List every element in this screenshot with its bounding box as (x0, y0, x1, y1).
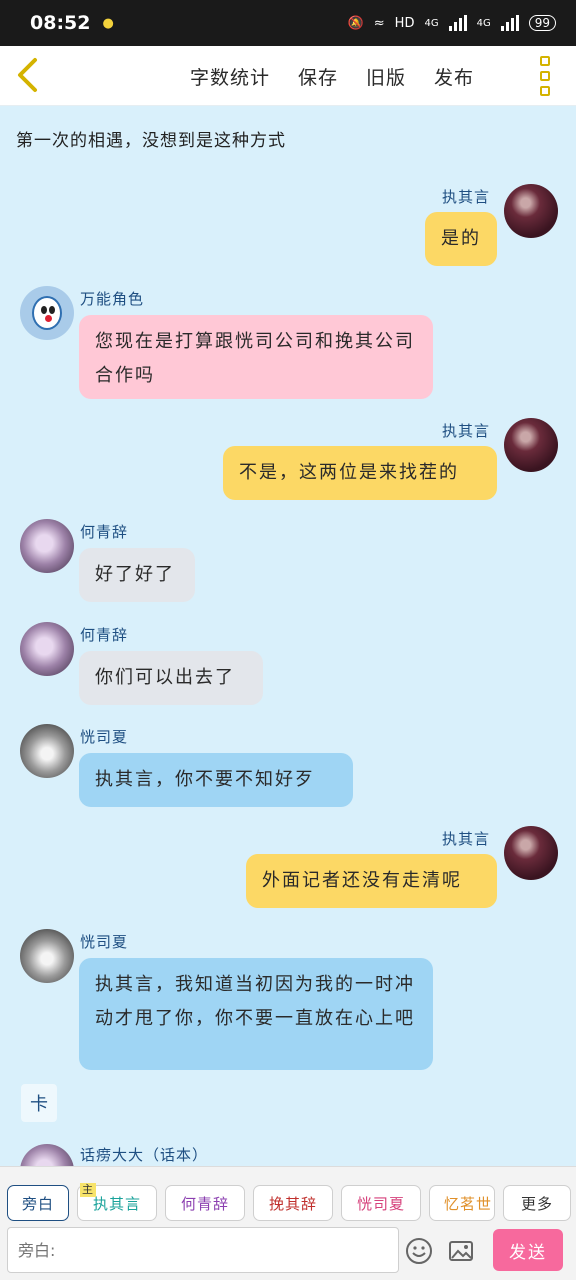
wifi-icon: ≈ (373, 15, 385, 31)
message-bubble[interactable]: 你们可以出去了 (79, 651, 263, 705)
back-button[interactable] (10, 52, 46, 98)
message-bubble[interactable]: 不是，这两位是来找茬的 (223, 446, 497, 500)
avatar[interactable] (504, 418, 558, 472)
speaker-name: 执其言 (442, 830, 491, 848)
avatar[interactable] (20, 929, 74, 983)
send-button[interactable]: 发送 (493, 1229, 563, 1271)
net-b-label: 4G (476, 17, 491, 29)
narration-box[interactable]: 卡 (21, 1084, 57, 1122)
more-roles-button[interactable]: 更多 (503, 1185, 571, 1221)
emoji-icon[interactable] (405, 1237, 433, 1265)
role-heqingci[interactable]: 何青辞 (165, 1185, 245, 1221)
doraemon-icon (32, 296, 62, 330)
role-label: 执其言 (92, 1194, 141, 1213)
signal-icon (500, 15, 519, 31)
role-wanqici[interactable]: 挽其辞 (253, 1185, 333, 1221)
speaker-name: 万能角色 (80, 290, 145, 308)
speaker-name: 恍司夏 (80, 933, 129, 951)
message-bubble[interactable]: 是的 (425, 212, 497, 266)
chevron-left-icon (18, 58, 37, 92)
menu-dot-icon (540, 56, 550, 66)
mute-icon: 🔕 (347, 15, 364, 31)
signal-icon (448, 15, 467, 31)
role-label: 忆茗世 (444, 1194, 493, 1213)
avatar[interactable] (504, 826, 558, 880)
narration-text[interactable]: 第一次的相遇，没想到是这种方式 (16, 126, 286, 151)
avatar[interactable] (504, 184, 558, 238)
role-yimingshi[interactable]: 忆茗世 (429, 1185, 495, 1221)
speaker-name: 执其言 (442, 422, 491, 440)
chat-area[interactable]: 第一次的相遇，没想到是这种方式 执其言 是的 万能角色 您现在是打算跟恍司公司和… (0, 106, 576, 1166)
role-label: 更多 (520, 1194, 553, 1213)
save-button[interactable]: 保存 (298, 63, 338, 90)
input-row: 发送 (7, 1227, 569, 1275)
role-zhiqiyan[interactable]: 主 执其言 (77, 1183, 157, 1221)
role-label: 旁白 (21, 1194, 54, 1213)
message-bubble[interactable]: 好了好了 (79, 548, 195, 602)
message-bubble[interactable]: 外面记者还没有走清呢 (246, 854, 497, 908)
avatar[interactable] (20, 519, 74, 573)
status-bar: 08:52 ● 🔕 ≈ HD 4G 4G 99 (0, 0, 576, 46)
image-icon[interactable] (447, 1237, 475, 1265)
avatar[interactable] (20, 724, 74, 778)
role-label: 何青辞 (180, 1194, 229, 1213)
main-role-tag: 主 (80, 1183, 96, 1197)
word-count-button[interactable]: 字数统计 (190, 63, 270, 90)
battery-icon: 99 (528, 15, 556, 31)
header-actions: 字数统计 保存 旧版 发布 (190, 46, 474, 106)
speaker-name: 何青辞 (80, 523, 129, 541)
bulb-icon: ● (102, 15, 114, 31)
editor-header: 字数统计 保存 旧版 发布 (0, 46, 576, 106)
message-bubble[interactable]: 执其言，你不要不知好歹 (79, 753, 353, 807)
avatar[interactable] (20, 286, 74, 340)
message-bubble[interactable]: 执其言，我知道当初因为我的一时冲动才甩了你，你不要一直放在心上吧 (79, 958, 433, 1070)
message-bubble[interactable]: 您现在是打算跟恍司公司和挽其公司合作吗 (79, 315, 433, 399)
message-input[interactable] (7, 1227, 399, 1273)
status-icons: 🔕 ≈ HD 4G 4G 99 (348, 15, 556, 31)
role-narrator[interactable]: 旁白 (7, 1185, 69, 1221)
avatar[interactable] (20, 1144, 74, 1166)
menu-dot-icon (540, 86, 550, 96)
role-label: 挽其辞 (268, 1194, 317, 1213)
composer-bar: 旁白 主 执其言 何青辞 挽其辞 恍司夏 忆茗世 更多 旁白: 发送 (0, 1166, 576, 1280)
avatar[interactable] (20, 622, 74, 676)
role-huangsixia[interactable]: 恍司夏 (341, 1185, 421, 1221)
menu-dot-icon (540, 71, 550, 81)
speaker-name: 执其言 (442, 188, 491, 206)
network-label: HD (394, 15, 415, 31)
speaker-name: 恍司夏 (80, 728, 129, 746)
old-version-button[interactable]: 旧版 (366, 63, 406, 90)
publish-button[interactable]: 发布 (434, 63, 474, 90)
more-menu-button[interactable] (532, 52, 558, 100)
speaker-name: 何青辞 (80, 626, 129, 644)
net-a-label: 4G (424, 17, 439, 29)
speaker-name: 话痨大大（话本） (80, 1146, 209, 1164)
status-time: 08:52 (30, 12, 91, 34)
role-selector: 旁白 主 执其言 何青辞 挽其辞 恍司夏 忆茗世 更多 (7, 1183, 571, 1223)
role-label: 恍司夏 (356, 1194, 405, 1213)
